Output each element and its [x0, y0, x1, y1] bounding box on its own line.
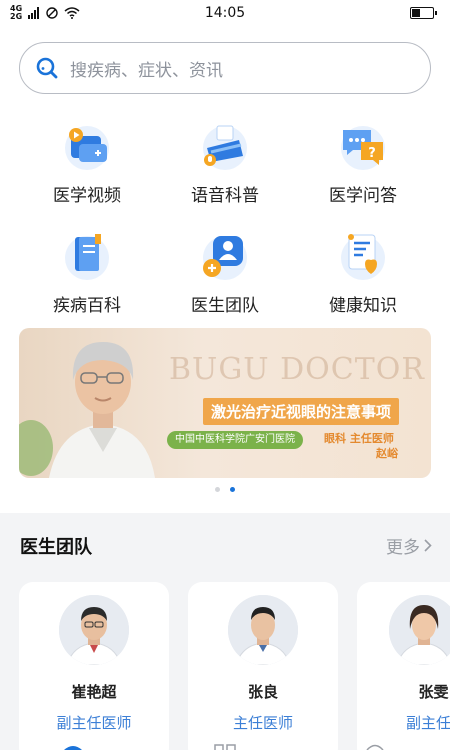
doctor-card[interactable]: 张良 主任医师 — [188, 582, 338, 750]
category-label: 语音科普 — [191, 186, 259, 206]
more-label: 更多 — [386, 538, 420, 558]
home-tab-icon[interactable] — [62, 744, 84, 750]
signal-bars-icon — [28, 7, 40, 19]
wifi-icon — [64, 7, 80, 19]
category-tab-icon[interactable] — [214, 744, 236, 750]
doctor-title: 主任医师 — [232, 714, 293, 732]
search-icon — [36, 57, 58, 79]
category-grid-row-2: 疾病百科 医生团队 健康知识 — [18, 228, 432, 316]
qa-icon: ? — [341, 126, 385, 170]
signal-indicator: 4G 2G — [10, 4, 23, 21]
doctor-name: 张良 — [247, 683, 278, 701]
category-grid-row-1: 医学视频 语音科普 ? 医学问答 — [18, 118, 432, 206]
carousel-dot[interactable] — [215, 487, 220, 492]
doctor-name: 张雯 — [418, 683, 449, 701]
banner-brand: BUGU DOCTOR — [169, 352, 425, 387]
doctor-photo — [228, 595, 298, 665]
doctor-card[interactable]: 崔艳超 副主任医师 — [19, 582, 169, 750]
banner-department: 眼科 主任医师 — [324, 432, 394, 445]
category-label: 医学视频 — [53, 186, 121, 206]
doctor-team-section: 医生团队 更多 崔艳超 副主任医师 张良 主任医师 张雯 副主任 — [0, 513, 450, 750]
carousel-indicator — [0, 487, 450, 492]
svg-text:?: ? — [368, 146, 376, 161]
category-label: 疾病百科 — [53, 296, 121, 316]
doctor-name: 崔艳超 — [71, 683, 117, 701]
chevron-right-icon — [424, 539, 432, 552]
no-sim-icon — [46, 7, 58, 19]
avatar — [228, 595, 298, 665]
banner-title: 激光治疗近视眼的注意事项 — [203, 398, 400, 425]
doctor-title: 副主任医师 — [56, 714, 132, 732]
voice-icon — [203, 125, 247, 170]
doctor-photo — [59, 595, 129, 665]
status-bar: 4G 2G 14:05 — [0, 0, 450, 26]
profile-tab-icon[interactable] — [364, 744, 386, 750]
category-health-knowledge[interactable]: 健康知识 — [294, 228, 432, 316]
section-title: 医生团队 — [20, 537, 92, 558]
promo-banner[interactable]: BUGU DOCTOR 激光治疗近视眼的注意事项 中国中医科学院广安门医院 眼科… — [19, 328, 431, 478]
category-doctor-team[interactable]: 医生团队 — [156, 228, 294, 316]
banner-doctor-name: 赵峪 — [376, 447, 398, 460]
health-knowledge-icon — [341, 234, 385, 280]
category-medical-video[interactable]: 医学视频 — [18, 118, 156, 206]
carousel-dot-active[interactable] — [230, 487, 235, 492]
more-link[interactable]: 更多 — [386, 533, 432, 558]
video-icon — [65, 126, 109, 170]
category-disease-encyclopedia[interactable]: 疾病百科 — [18, 228, 156, 316]
doctor-title: 副主任医师 — [406, 714, 450, 732]
category-label: 健康知识 — [329, 296, 397, 316]
category-label: 医生团队 — [191, 296, 259, 316]
doctor-portrait — [19, 342, 155, 478]
battery-icon — [410, 7, 437, 19]
category-label: 医学问答 — [329, 186, 397, 206]
category-medical-qa[interactable]: ? 医学问答 — [294, 118, 432, 206]
encyclopedia-icon — [65, 234, 109, 280]
search-placeholder: 搜疾病、症状、资讯 — [70, 60, 223, 81]
avatar — [59, 595, 129, 665]
status-icons: 4G 2G — [10, 5, 80, 21]
search-bar[interactable]: 搜疾病、症状、资讯 — [19, 42, 431, 94]
doctor-photo — [388, 595, 450, 665]
category-voice-popular-science[interactable]: 语音科普 — [156, 118, 294, 206]
avatar — [388, 595, 450, 665]
banner-hospital: 中国中医科学院广安门医院 — [167, 431, 303, 449]
doctor-team-icon — [203, 236, 247, 280]
doctor-card[interactable]: 张雯 副主任医师 — [357, 582, 450, 750]
